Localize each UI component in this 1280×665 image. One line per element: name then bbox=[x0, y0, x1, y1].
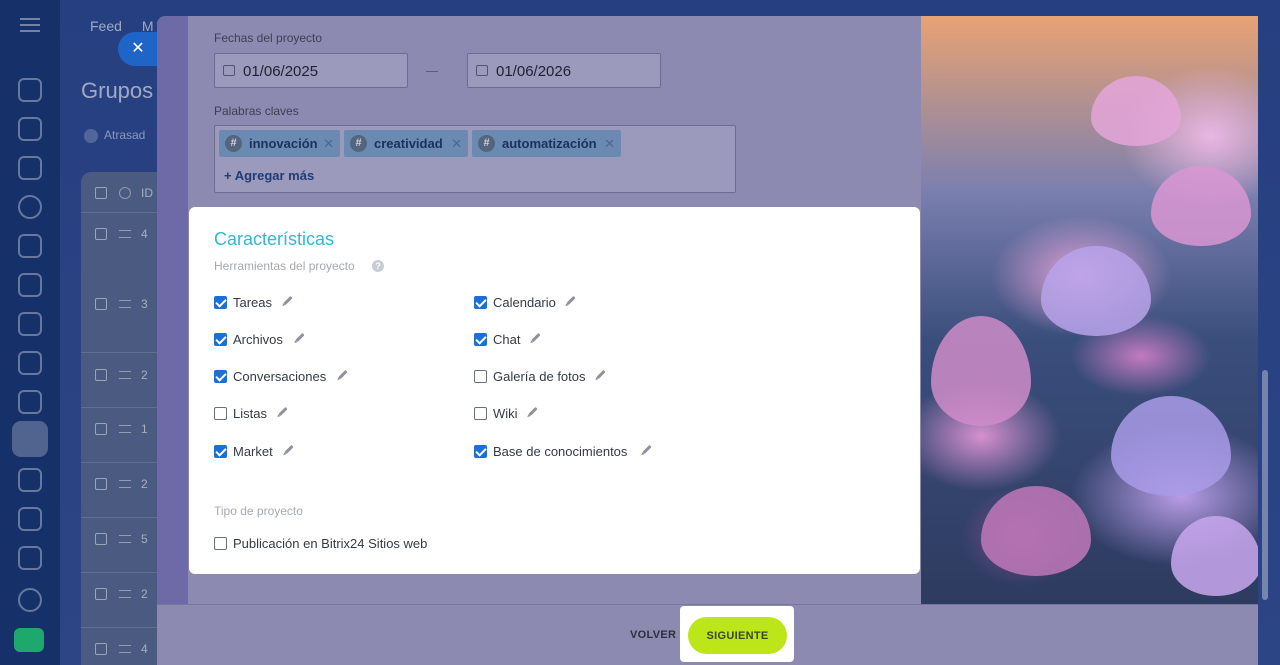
nav-item-feed[interactable]: Feed bbox=[90, 18, 122, 34]
mail-icon[interactable] bbox=[18, 390, 42, 414]
pencil-icon[interactable] bbox=[566, 295, 576, 306]
calendar-icon bbox=[223, 65, 235, 76]
left-rail bbox=[0, 0, 60, 665]
scrollbar[interactable] bbox=[1262, 370, 1268, 600]
keywords-label: Palabras claves bbox=[214, 104, 299, 118]
hash-icon: # bbox=[478, 135, 495, 152]
tools-label: Herramientas del proyecto bbox=[214, 259, 355, 273]
menu-icon[interactable] bbox=[20, 18, 40, 32]
remove-tag-icon[interactable]: ✕ bbox=[604, 130, 615, 157]
publication-checkbox[interactable] bbox=[214, 537, 227, 550]
flower-background-image bbox=[921, 16, 1258, 604]
hash-icon: # bbox=[350, 135, 367, 152]
pencil-icon[interactable] bbox=[528, 406, 538, 417]
pencil-icon[interactable] bbox=[283, 295, 293, 306]
tool-checkbox[interactable] bbox=[214, 333, 227, 346]
tool-checkbox[interactable] bbox=[474, 370, 487, 383]
table-row[interactable]: 2 bbox=[95, 587, 155, 602]
help-icon[interactable]: ? bbox=[372, 260, 384, 272]
groups-icon[interactable] bbox=[12, 421, 48, 457]
petal bbox=[1091, 76, 1181, 146]
page-title: Grupos bbox=[81, 78, 154, 103]
features-title: Características bbox=[214, 229, 335, 249]
end-date-field[interactable]: 01/06/2026 bbox=[467, 53, 661, 88]
tag-label: innovación bbox=[249, 136, 318, 151]
filter-chip-label: Atrasad bbox=[104, 128, 146, 142]
table-row[interactable]: 4 bbox=[95, 642, 155, 657]
close-slider-button[interactable]: ✕ bbox=[118, 32, 158, 66]
petal bbox=[1151, 166, 1251, 246]
hash-icon: # bbox=[225, 135, 242, 152]
robot-icon[interactable] bbox=[18, 546, 42, 570]
file-icon[interactable] bbox=[18, 273, 42, 297]
filter-chip[interactable]: Atrasad bbox=[84, 128, 145, 143]
petal bbox=[931, 316, 1031, 426]
tag-chip[interactable]: # creatividad ✕ bbox=[344, 130, 468, 157]
tool-checkbox[interactable] bbox=[214, 445, 227, 458]
pencil-icon[interactable] bbox=[531, 332, 541, 343]
back-button[interactable]: VOLVER bbox=[630, 629, 676, 641]
date-separator bbox=[426, 71, 438, 72]
tool-checkbox[interactable] bbox=[214, 407, 227, 420]
pencil-icon[interactable] bbox=[338, 369, 348, 380]
remove-tag-icon[interactable]: ✕ bbox=[323, 130, 334, 157]
tag-chip[interactable]: # automatización ✕ bbox=[472, 130, 621, 157]
tool-checkbox[interactable] bbox=[214, 370, 227, 383]
tool-checkbox[interactable] bbox=[474, 296, 487, 309]
filter-icon[interactable] bbox=[18, 507, 42, 531]
start-date-value: 01/06/2025 bbox=[243, 63, 319, 80]
tag-chip[interactable]: # innovación ✕ bbox=[219, 130, 340, 157]
tool-checkbox[interactable] bbox=[474, 407, 487, 420]
pencil-icon[interactable] bbox=[642, 444, 652, 455]
tool-checkbox[interactable] bbox=[474, 333, 487, 346]
dates-label: Fechas del proyecto bbox=[214, 31, 323, 45]
tool-checkbox[interactable] bbox=[474, 445, 487, 458]
table-row[interactable]: 5 bbox=[95, 532, 155, 547]
board-icon[interactable] bbox=[18, 312, 42, 336]
remove-tag-icon[interactable]: ✕ bbox=[451, 130, 462, 157]
document-icon[interactable] bbox=[18, 156, 42, 180]
tag-label: creatividad bbox=[374, 136, 443, 151]
close-icon: ✕ bbox=[131, 40, 145, 57]
next-button[interactable]: SIGUIENTE bbox=[688, 617, 787, 654]
target-icon[interactable] bbox=[18, 195, 42, 219]
pulse-icon[interactable] bbox=[18, 78, 42, 102]
table-row[interactable]: 4 bbox=[95, 227, 155, 242]
end-date-value: 01/06/2026 bbox=[496, 63, 572, 80]
card-icon[interactable] bbox=[18, 351, 42, 375]
start-date-field[interactable]: 01/06/2025 bbox=[214, 53, 408, 88]
table-row[interactable]: 2 bbox=[95, 368, 155, 383]
project-type-label: Tipo de proyecto bbox=[214, 504, 303, 518]
add-more-link[interactable]: + Agregar más bbox=[224, 168, 314, 183]
pencil-icon[interactable] bbox=[295, 332, 305, 343]
calendar-rail-icon[interactable] bbox=[18, 234, 42, 258]
settings-icon[interactable] bbox=[18, 588, 42, 612]
features-card: Características Herramientas del proyect… bbox=[189, 207, 920, 574]
chat-icon[interactable] bbox=[18, 117, 42, 141]
pencil-icon[interactable] bbox=[278, 406, 288, 417]
table-row[interactable]: 1 bbox=[95, 422, 155, 437]
petal bbox=[1171, 516, 1258, 596]
tool-checkbox[interactable] bbox=[214, 296, 227, 309]
petal bbox=[1111, 396, 1231, 496]
table-row[interactable]: 3 bbox=[95, 297, 155, 312]
pencil-icon[interactable] bbox=[596, 369, 606, 380]
gear-icon[interactable] bbox=[119, 187, 131, 199]
petal bbox=[1041, 246, 1151, 336]
calendar-icon bbox=[476, 65, 488, 76]
pencil-icon[interactable] bbox=[284, 444, 294, 455]
rocket-icon[interactable] bbox=[14, 628, 44, 652]
petal bbox=[981, 486, 1091, 576]
tasks-icon[interactable] bbox=[18, 468, 42, 492]
tag-label: automatización bbox=[502, 136, 597, 151]
table-row[interactable]: 2 bbox=[95, 477, 155, 492]
table-header: ID bbox=[95, 186, 155, 201]
keywords-field[interactable]: # innovación ✕ # creatividad ✕ # automat… bbox=[214, 125, 736, 193]
